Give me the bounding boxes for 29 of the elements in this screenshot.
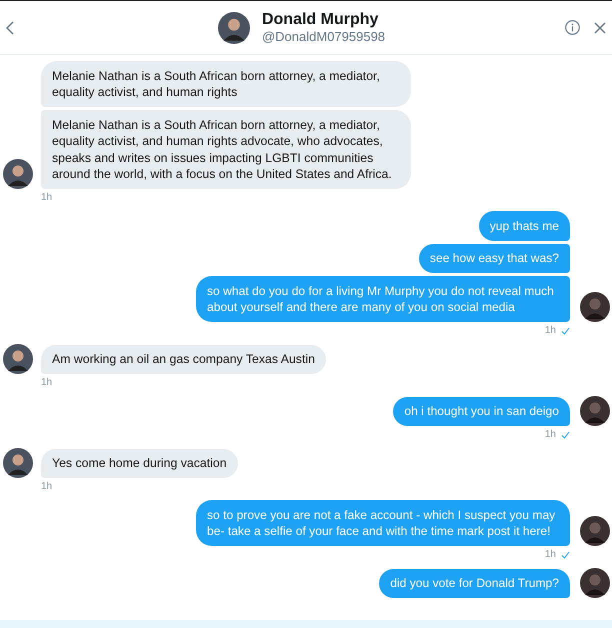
sent-message: did you vote for Donald Trump?: [379, 568, 570, 598]
avatar-icon: [580, 396, 610, 426]
sent-message: see how easy that was?: [418, 244, 570, 273]
avatar-icon: [3, 159, 33, 189]
avatar-icon: [218, 12, 250, 44]
avatar-icon: [3, 344, 33, 374]
received-message: Yes come home during vacation: [41, 448, 238, 478]
close-icon[interactable]: [594, 22, 606, 34]
message-time: 1h: [544, 325, 556, 337]
sent-message: yup thats me: [478, 211, 570, 240]
message-time: 1h: [41, 192, 52, 204]
sent-message: oh i thought you in san deigo: [393, 396, 570, 426]
received-message: Melanie Nathan is a South African born attorney, a mediator, equality activist, and human rights advocate, who advocates, speaks and writes on issues impacting LGBTI communities around the world, with a focus on the United States and Africa.: [41, 110, 411, 189]
sent-message: so to prove you are not a fake account - which I suspect you may be- take a selfie of your face and with the time mark post it here!: [196, 500, 570, 546]
avatar-icon: [580, 568, 610, 598]
message-time: 1h: [544, 549, 556, 561]
back-icon[interactable]: [6, 20, 14, 34]
message-time: 1h: [41, 377, 52, 389]
avatar-icon: [580, 292, 610, 322]
contact-handle: @DonaldM07959598: [262, 29, 386, 45]
sent-message: so what do you do for a living Mr Murphy you do not reveal much about yourself and there are many of you on social media: [196, 276, 570, 322]
info-icon[interactable]: [565, 20, 580, 35]
received-message: Am working an oil an gas company Texas Austin: [41, 344, 326, 374]
avatar-icon: [3, 448, 33, 478]
received-message: Melanie Nathan is a South African born attorney, a mediator, equality activist, and human rights: [41, 61, 411, 107]
message-time: 1h: [544, 429, 556, 441]
contact-name: Donald Murphy: [262, 10, 380, 29]
avatar-icon: [580, 516, 610, 546]
message-time: 1h: [41, 481, 52, 493]
